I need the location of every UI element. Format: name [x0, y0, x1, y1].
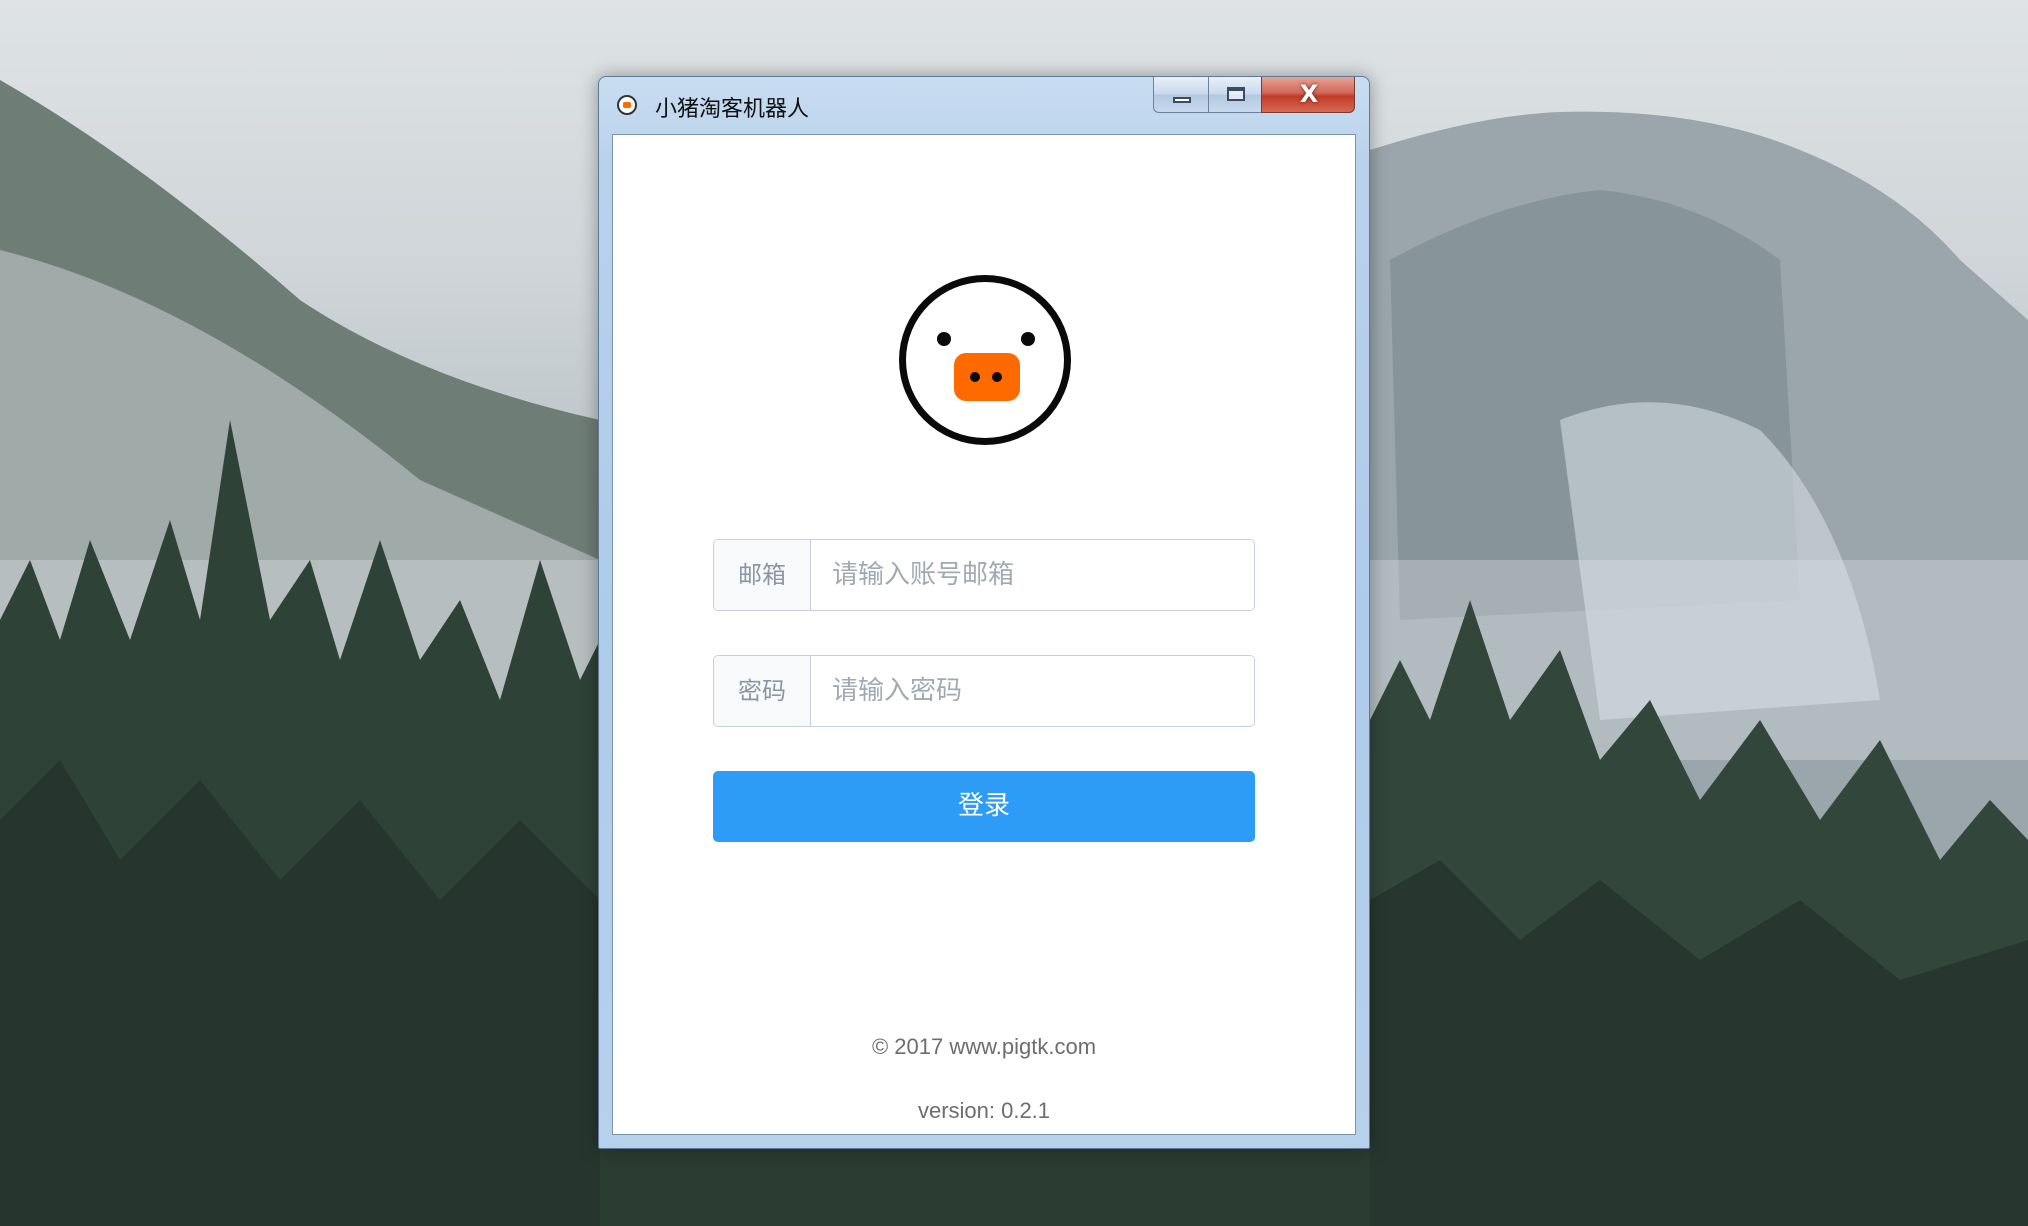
- app-icon: [617, 95, 637, 115]
- version-text: version: 0.2.1: [917, 1098, 1051, 1123]
- copyright-text: © 2017 www.pigtk.com: [871, 1034, 1097, 1059]
- close-button[interactable]: X: [1261, 77, 1355, 113]
- minimize-icon: [1173, 97, 1191, 103]
- caption-buttons: X: [1153, 77, 1363, 113]
- login-panel: 邮箱 密码 登录 © 2017 www.pigtk.com version: 0…: [612, 134, 1356, 1135]
- app-window: 小猪淘客机器人 X 邮箱 请输入账号邮箱 密码 登录 © 2017 www.pi…: [598, 76, 1370, 1149]
- close-icon: X: [1299, 80, 1319, 108]
- maximize-button[interactable]: [1208, 77, 1262, 113]
- maximize-icon: [1227, 87, 1245, 101]
- email-input[interactable]: [812, 540, 1254, 610]
- login-button[interactable]: 登录: [713, 771, 1255, 842]
- left-nostril: [970, 372, 980, 382]
- pig-snout: [954, 353, 1020, 401]
- password-input-group: 密码: [713, 655, 1255, 727]
- right-nostril: [992, 372, 1002, 382]
- right-eye: [1021, 332, 1035, 346]
- email-label: 邮箱: [714, 540, 811, 610]
- desktop: 小猪淘客机器人 X 邮箱 请输入账号邮箱 密码 登录 © 2017 www.pi…: [0, 0, 2028, 1226]
- email-input-group: 邮箱: [713, 539, 1255, 611]
- password-label: 密码: [714, 656, 811, 726]
- minimize-button[interactable]: [1153, 77, 1209, 113]
- pig-face-icon: [899, 275, 1071, 445]
- title-bar[interactable]: 小猪淘客机器人 X: [599, 77, 1369, 133]
- password-input[interactable]: [812, 656, 1254, 726]
- window-title: 小猪淘客机器人: [655, 97, 810, 122]
- left-eye: [937, 332, 951, 346]
